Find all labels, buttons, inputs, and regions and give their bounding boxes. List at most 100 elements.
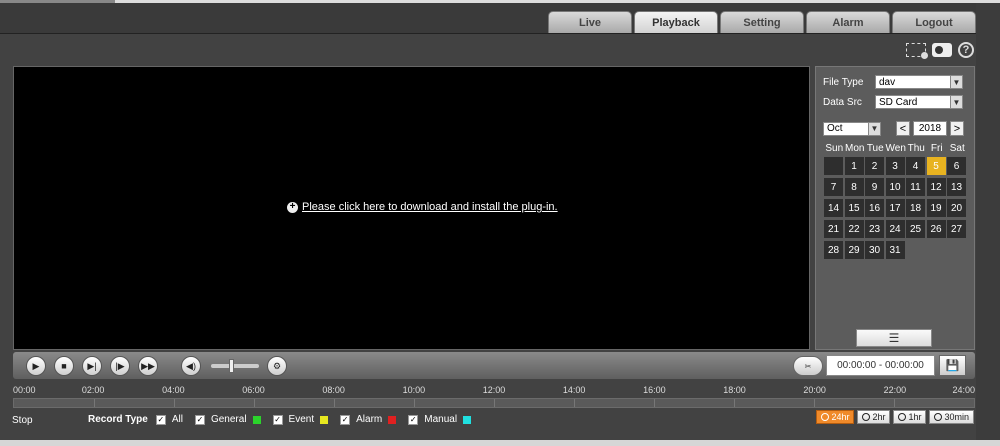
plugin-install-link[interactable]: + Please click here to download and inst… bbox=[287, 201, 558, 213]
timeline-label: 10:00 bbox=[402, 385, 426, 395]
volume-icon[interactable]: ◀) bbox=[181, 356, 201, 376]
timeline-labels: 00:00 02:00 04:00 06:00 08:00 10:00 12:00 14:00… bbox=[13, 385, 975, 397]
calendar-day[interactable]: 27 bbox=[947, 220, 966, 238]
clock-icon bbox=[821, 413, 830, 421]
stop-button[interactable]: ■ bbox=[54, 356, 74, 376]
calendar-day[interactable]: 30 bbox=[865, 241, 884, 259]
record-type-manual[interactable]: ✓ Manual bbox=[408, 414, 472, 425]
timeline-tick bbox=[254, 399, 255, 407]
data-src-select[interactable]: SD Card ▼ bbox=[875, 95, 963, 109]
slow-button[interactable]: |▶ bbox=[110, 356, 130, 376]
calendar-day[interactable]: 11 bbox=[906, 178, 925, 196]
calendar-day[interactable]: 5 bbox=[926, 157, 946, 175]
timeline-tick bbox=[93, 399, 95, 407]
timeline-label: 12:00 bbox=[482, 385, 506, 395]
main-nav-tabs: Live Playback Setting Alarm Logout bbox=[548, 11, 976, 33]
calendar-day[interactable]: 14 bbox=[824, 199, 843, 217]
calendar-day[interactable]: 24 bbox=[885, 220, 905, 238]
volume-slider-handle[interactable] bbox=[229, 359, 234, 373]
record-type-alarm[interactable]: ✓ Alarm bbox=[340, 414, 397, 425]
tab-playback[interactable]: Playback bbox=[634, 11, 718, 33]
record-type-event[interactable]: ✓ Event bbox=[272, 414, 329, 425]
timeline-track[interactable] bbox=[13, 398, 975, 408]
record-type-label: Manual bbox=[424, 414, 458, 425]
calendar-day[interactable]: 3 bbox=[885, 157, 905, 175]
volume-slider[interactable] bbox=[211, 359, 259, 373]
timeline-tick bbox=[894, 399, 895, 407]
zoom-2hr-button[interactable]: 2hr bbox=[857, 410, 891, 424]
calendar-day[interactable]: 8 bbox=[844, 178, 864, 196]
data-src-value: SD Card bbox=[879, 96, 918, 108]
calendar-day[interactable]: 2 bbox=[865, 157, 884, 175]
record-type-general[interactable]: ✓ General bbox=[194, 414, 261, 425]
prev-year-button[interactable]: < bbox=[896, 121, 910, 136]
timeline-label: 18:00 bbox=[723, 385, 746, 395]
checkbox-manual[interactable]: ✓ bbox=[408, 414, 419, 425]
calendar-day[interactable]: 29 bbox=[844, 241, 864, 259]
calendar-day[interactable]: 22 bbox=[844, 220, 864, 238]
weekday-label: Tue bbox=[866, 143, 884, 154]
checkbox-all[interactable]: ✓ bbox=[155, 414, 166, 425]
month-select[interactable]: Oct ▼ bbox=[823, 121, 881, 136]
tab-setting[interactable]: Setting bbox=[720, 11, 804, 33]
fast-button[interactable]: ▶▶ bbox=[138, 356, 158, 376]
zoom-30min-button[interactable]: 30min bbox=[929, 410, 974, 424]
calendar-day[interactable]: 1 bbox=[844, 157, 864, 175]
search-panel: File Type dav ▼ Data Src SD Card ▼ Oct ▼… bbox=[815, 66, 975, 350]
checkbox-event[interactable]: ✓ bbox=[272, 414, 283, 425]
checkbox-general[interactable]: ✓ bbox=[194, 414, 205, 425]
play-button[interactable]: ▶ bbox=[26, 356, 46, 376]
calendar-day[interactable]: 10 bbox=[885, 178, 905, 196]
bottom-edge bbox=[0, 440, 1000, 446]
snapshot-icon[interactable] bbox=[932, 43, 952, 57]
calendar-day[interactable]: 21 bbox=[824, 220, 843, 238]
year-field[interactable]: 2018 bbox=[913, 121, 947, 136]
checkbox-alarm[interactable]: ✓ bbox=[340, 414, 351, 425]
plugin-install-text[interactable]: Please click here to download and instal… bbox=[302, 201, 558, 213]
zoom-1hr-button[interactable]: 1hr bbox=[893, 410, 927, 424]
record-type-label: Alarm bbox=[356, 414, 383, 425]
timeline-tick bbox=[734, 399, 735, 407]
audio-settings-icon[interactable]: ⚙ bbox=[267, 356, 287, 376]
calendar-day[interactable]: 12 bbox=[926, 178, 946, 196]
clip-time-range: 00:00:00 - 00:00:00 bbox=[826, 355, 935, 376]
calendar-day[interactable]: 18 bbox=[906, 199, 925, 217]
calendar-day[interactable]: 16 bbox=[865, 199, 884, 217]
calendar-day[interactable]: 31 bbox=[885, 241, 905, 259]
calendar-day[interactable]: 4 bbox=[906, 157, 925, 175]
tab-live[interactable]: Live bbox=[548, 11, 632, 33]
record-type-all[interactable]: ✓ All bbox=[155, 414, 183, 425]
record-type-label: All bbox=[171, 414, 183, 425]
weekday-label: Thu bbox=[907, 143, 925, 154]
data-src-label: Data Src bbox=[823, 96, 862, 108]
plus-circle-icon: + bbox=[287, 201, 298, 213]
next-year-button[interactable]: > bbox=[950, 121, 964, 136]
calendar-day[interactable]: 20 bbox=[947, 199, 966, 217]
clip-icon[interactable]: ✂ bbox=[793, 356, 823, 376]
tab-logout[interactable]: Logout bbox=[892, 11, 976, 33]
record-type-label: Event bbox=[288, 414, 315, 425]
toolbar: ? bbox=[906, 42, 974, 59]
save-icon[interactable]: 💾 bbox=[939, 355, 966, 376]
calendar-day[interactable]: 25 bbox=[906, 220, 925, 238]
manual-color-swatch bbox=[463, 415, 472, 424]
timeline-label: 14:00 bbox=[562, 385, 586, 395]
tab-alarm[interactable]: Alarm bbox=[806, 11, 890, 33]
calendar-day[interactable]: 6 bbox=[947, 157, 966, 175]
calendar-day[interactable]: 19 bbox=[926, 199, 946, 217]
file-type-label: File Type bbox=[823, 76, 864, 88]
calendar-day[interactable]: 15 bbox=[844, 199, 864, 217]
calendar-day[interactable]: 26 bbox=[926, 220, 946, 238]
calendar-day[interactable]: 23 bbox=[865, 220, 884, 238]
file-list-button[interactable]: ☰ bbox=[856, 329, 932, 347]
calendar-day[interactable]: 9 bbox=[865, 178, 884, 196]
calendar-day[interactable]: 28 bbox=[824, 241, 843, 259]
file-type-select[interactable]: dav ▼ bbox=[875, 75, 963, 89]
calendar-day[interactable]: 13 bbox=[947, 178, 966, 196]
step-forward-button[interactable]: ▶| bbox=[82, 356, 102, 376]
region-zoom-icon[interactable] bbox=[906, 43, 928, 59]
zoom-24hr-button[interactable]: 24hr bbox=[816, 410, 855, 424]
calendar-day[interactable]: 17 bbox=[885, 199, 905, 217]
calendar-day[interactable]: 7 bbox=[824, 178, 843, 196]
help-icon[interactable]: ? bbox=[958, 42, 974, 58]
